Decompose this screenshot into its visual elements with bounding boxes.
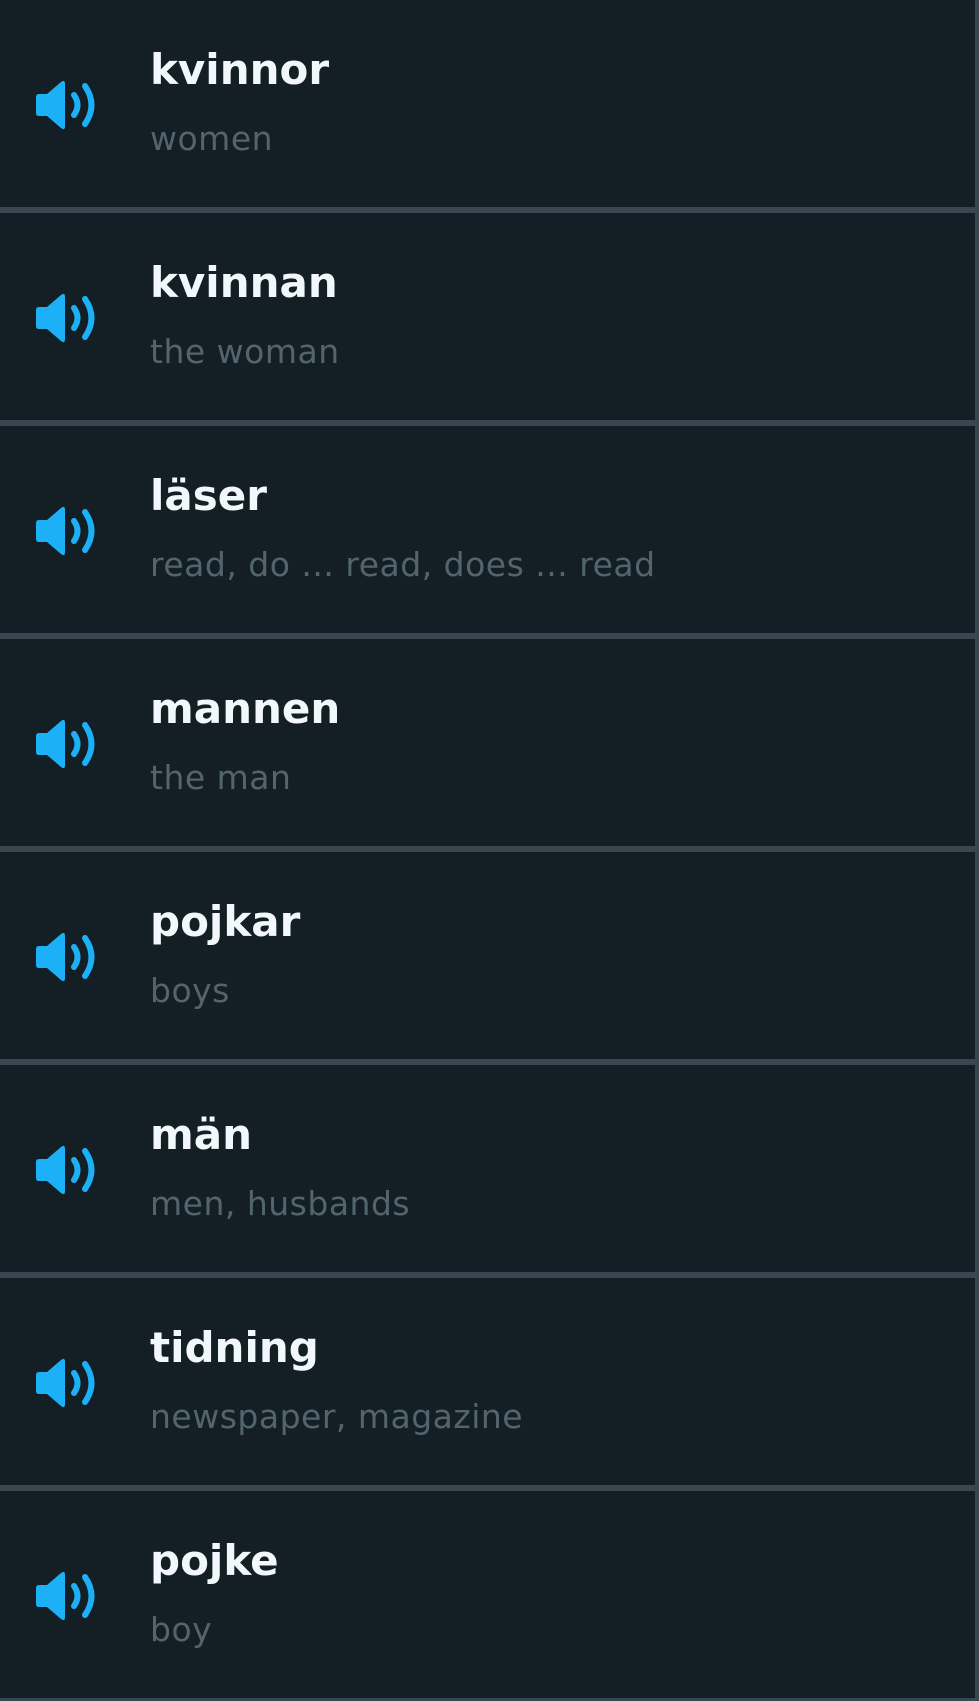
scrollbar-edge (975, 0, 979, 1701)
vocab-word: män (150, 1110, 253, 1159)
vocab-word: kvinnor (150, 45, 330, 94)
vocab-row-tidning[interactable]: tidning newspaper, magazine (0, 1278, 975, 1485)
vocab-translation: newspaper, magazine (150, 1397, 524, 1436)
vocab-translation: boys (150, 971, 230, 1010)
vocab-row-man[interactable]: män men, husbands (0, 1065, 975, 1272)
speaker-icon[interactable] (34, 77, 104, 133)
speaker-icon[interactable] (34, 1568, 104, 1624)
vocab-translation: the man (150, 758, 292, 797)
vocab-row-mannen[interactable]: mannen the man (0, 639, 975, 846)
vocab-row-kvinnor[interactable]: kvinnor women (0, 0, 975, 207)
vocab-word: kvinnan (150, 258, 338, 307)
speaker-icon[interactable] (34, 1142, 104, 1198)
vocab-translation: men, husbands (150, 1184, 411, 1223)
vocab-word: mannen (150, 684, 341, 733)
vocab-translation: the woman (150, 332, 340, 371)
speaker-icon[interactable] (34, 290, 104, 346)
vocab-row-kvinnan[interactable]: kvinnan the woman (0, 213, 975, 420)
vocab-word: pojkar (150, 897, 301, 946)
vocab-word: tidning (150, 1323, 319, 1372)
vocab-translation: women (150, 119, 274, 158)
vocab-row-laser[interactable]: läser read, do ... read, does ... read (0, 426, 975, 633)
vocab-row-pojkar[interactable]: pojkar boys (0, 852, 975, 1059)
vocab-word: läser (150, 471, 267, 520)
speaker-icon[interactable] (34, 929, 104, 985)
vocab-translation: boy (150, 1610, 213, 1649)
vocab-word: pojke (150, 1536, 279, 1585)
speaker-icon[interactable] (34, 503, 104, 559)
speaker-icon[interactable] (34, 716, 104, 772)
speaker-icon[interactable] (34, 1355, 104, 1411)
vocab-translation: read, do ... read, does ... read (150, 545, 656, 584)
vocab-row-pojke[interactable]: pojke boy (0, 1491, 975, 1698)
